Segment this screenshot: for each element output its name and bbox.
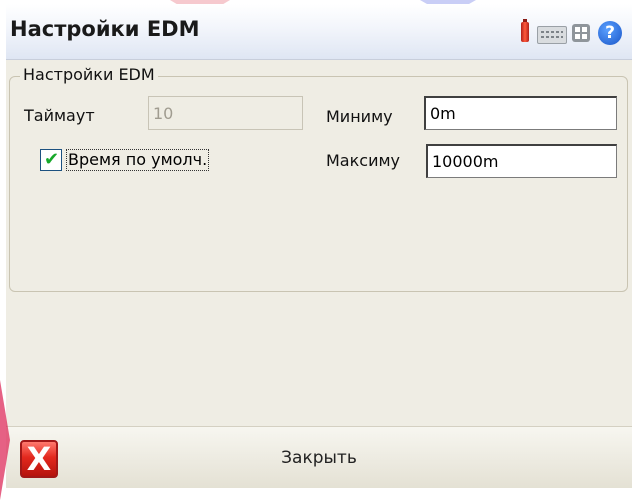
checkmark-icon: ✔ xyxy=(44,149,60,170)
timeout-field xyxy=(148,96,303,130)
edm-settings-window: Настройки EDM ? Настройки EDM Таймаут ✔ … xyxy=(6,4,632,488)
default-time-checkbox[interactable]: ✔ xyxy=(40,149,62,171)
timeout-label: Таймаут xyxy=(24,106,95,125)
keyboard-icon[interactable] xyxy=(537,26,567,44)
group-legend: Настройки EDM xyxy=(20,65,158,84)
edge-decoration xyxy=(0,380,10,500)
title-bar: Настройки EDM ? xyxy=(6,4,632,60)
help-icon[interactable]: ? xyxy=(598,21,622,45)
minimum-label: Миниму xyxy=(326,107,393,126)
maximum-label: Максиму xyxy=(326,151,401,170)
battery-icon[interactable] xyxy=(521,19,529,42)
bottom-command-bar: X Закрыть xyxy=(6,426,632,488)
minimum-field[interactable] xyxy=(424,96,617,130)
window-title: Настройки EDM xyxy=(10,17,200,41)
close-button[interactable]: Закрыть xyxy=(6,448,632,468)
default-time-label[interactable]: Время по умолч. xyxy=(66,149,210,171)
grid-icon[interactable] xyxy=(572,24,590,42)
maximum-field[interactable] xyxy=(426,144,617,178)
